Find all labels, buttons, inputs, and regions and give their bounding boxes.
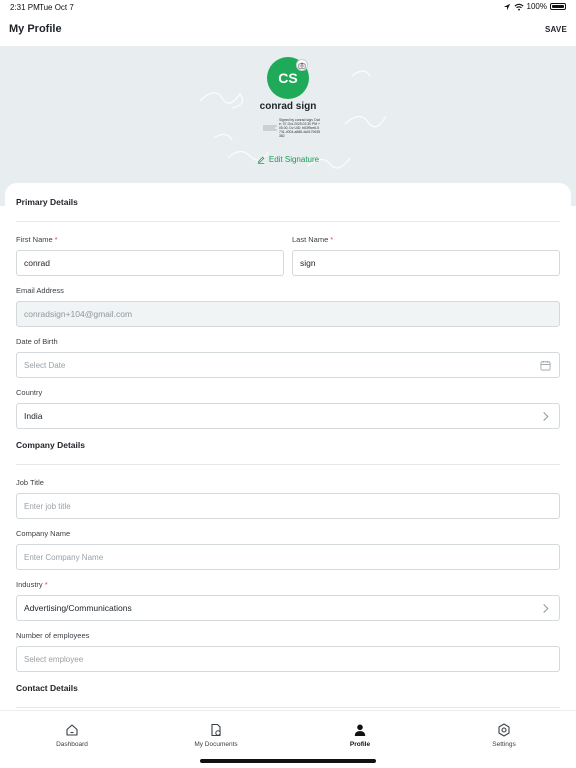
employees-label: Number of employees [16, 631, 90, 640]
home-indicator [200, 759, 376, 763]
dob-placeholder: Select Date [24, 360, 66, 370]
document-icon [211, 723, 221, 737]
employees-placeholder: Select employee [24, 654, 84, 664]
last-name-field[interactable]: sign [292, 250, 560, 276]
signature-stamp-icon [263, 125, 277, 131]
job-title-placeholder: Enter job title [24, 501, 71, 511]
profile-name: conrad sign [259, 101, 317, 112]
last-name-label: Last Name * [292, 235, 334, 244]
email-label: Email Address [16, 286, 64, 295]
required-marker: * [54, 235, 58, 244]
profile-header: CS conrad sign Signed by conrad sign. Da… [0, 46, 576, 206]
country-value: India [24, 411, 43, 421]
status-bar: 2:31 PM Tue Oct 7 100% [0, 0, 576, 14]
battery-percent: 100% [526, 2, 547, 11]
company-name-input[interactable]: Enter Company Name [16, 544, 560, 570]
country-label: Country [16, 388, 43, 397]
required-marker: * [330, 235, 334, 244]
divider [16, 221, 560, 222]
save-button[interactable]: SAVE [545, 25, 567, 34]
status-indicators: 100% [503, 2, 566, 11]
job-title-label: Job Title [16, 478, 44, 487]
location-icon [503, 3, 510, 10]
tab-dashboard[interactable]: Dashboard [0, 711, 144, 761]
first-name-value: conrad [24, 258, 50, 268]
user-icon [354, 724, 366, 736]
edit-signature-button[interactable]: Edit Signature [0, 155, 576, 164]
tab-label: My Documents [194, 741, 238, 748]
company-name-placeholder: Enter Company Name [24, 552, 104, 562]
chevron-right-icon [543, 412, 549, 421]
camera-icon[interactable] [296, 59, 308, 71]
calendar-icon [540, 360, 551, 371]
section-title-company: Company Details [16, 440, 85, 450]
chevron-right-icon [543, 604, 549, 613]
battery-icon [550, 3, 566, 10]
divider [16, 707, 560, 708]
wifi-icon [514, 3, 524, 11]
job-title-input[interactable]: Enter job title [16, 493, 560, 519]
industry-value: Advertising/Communications [24, 603, 132, 613]
signature-text: Signed by conrad sign. Date: 07-Oct-2025… [279, 118, 321, 138]
country-select[interactable]: India [16, 403, 560, 429]
divider [16, 464, 560, 465]
first-name-label: First Name * [16, 235, 58, 244]
pencil-icon [257, 156, 265, 164]
gear-icon [498, 723, 510, 737]
email-value: conradsign+104@gmail.com [24, 309, 133, 319]
status-time: 2:31 PM [10, 3, 40, 12]
section-title-contact: Contact Details [16, 683, 78, 693]
employees-select[interactable]: Select employee [16, 646, 560, 672]
company-name-label: Company Name [16, 529, 71, 538]
industry-select[interactable]: Advertising/Communications [16, 595, 560, 621]
signature-preview: Signed by conrad sign. Date: 07-Oct-2025… [257, 118, 321, 142]
dob-label: Date of Birth [16, 337, 58, 346]
last-name-value: sign [300, 258, 316, 268]
tab-label: Dashboard [56, 741, 88, 748]
required-marker: * [44, 580, 48, 589]
dob-field[interactable]: Select Date [16, 352, 560, 378]
tab-label: Profile [349, 741, 371, 748]
status-date: Tue Oct 7 [39, 3, 74, 12]
avatar-initials: CS [278, 70, 298, 86]
industry-label: Industry * [16, 580, 48, 589]
page-title: My Profile [9, 23, 62, 35]
navigation-bar: My Profile SAVE [0, 14, 576, 46]
tab-label: Settings [492, 741, 516, 748]
tab-my-documents[interactable]: My Documents [144, 711, 288, 761]
email-field: conradsign+104@gmail.com [16, 301, 560, 327]
first-name-field[interactable]: conrad [16, 250, 284, 276]
profile-form-card: Primary Details First Name * conrad Last … [5, 183, 571, 710]
home-icon [66, 724, 78, 736]
tab-profile[interactable]: Profile [288, 711, 432, 761]
section-title-primary: Primary Details [16, 197, 78, 207]
tab-settings[interactable]: Settings [432, 711, 576, 761]
edit-signature-label: Edit Signature [268, 155, 320, 164]
